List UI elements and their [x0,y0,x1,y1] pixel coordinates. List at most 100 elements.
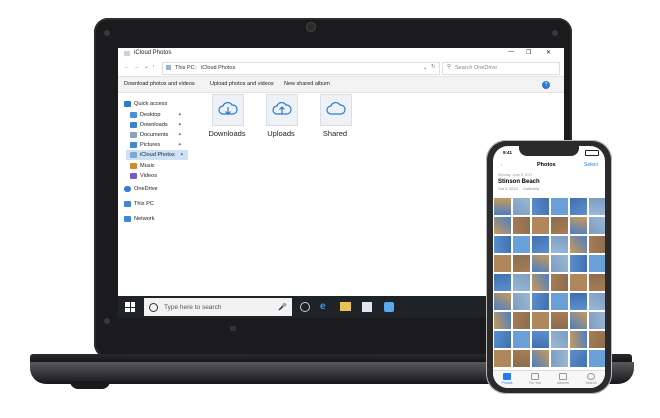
chevron-down-icon[interactable]: ⌄ [144,64,149,70]
photo-thumbnail[interactable] [570,350,587,367]
edge-icon[interactable]: e [320,301,326,312]
photo-thumbnail[interactable] [551,350,568,367]
maximize-button[interactable]: ❐ [526,49,531,56]
tab-photos[interactable]: Photos [496,373,518,385]
breadcrumb-item[interactable]: This PC [175,65,195,71]
nav-onedrive[interactable]: OneDrive [124,184,186,194]
up-icon[interactable]: ↑ [152,64,155,70]
photo-thumbnail[interactable] [570,236,587,253]
photo-thumbnail[interactable] [570,198,587,215]
help-icon[interactable]: ? [542,81,550,89]
photo-thumbnail[interactable] [513,350,530,367]
photo-thumbnail[interactable] [589,274,605,291]
refresh-icon[interactable]: ↻ [431,64,436,70]
photo-thumbnail[interactable] [513,312,530,329]
photo-thumbnail[interactable] [513,198,530,215]
tab-search[interactable]: Search [580,373,602,385]
search-box[interactable]: ⚲ Search OneDrive [442,62,560,75]
photo-thumbnail[interactable] [551,293,568,310]
photo-thumbnail[interactable] [494,217,511,234]
photo-thumbnail[interactable] [513,274,530,291]
folder-downloads[interactable]: Downloads [202,94,252,138]
nav-music[interactable]: Music [130,161,186,171]
photo-thumbnail[interactable] [513,255,530,272]
nav-quick-access[interactable]: Quick access [124,99,186,109]
store-icon[interactable] [362,302,372,312]
nav-this-pc[interactable]: This PC [124,199,186,209]
photo-thumbnail[interactable] [494,236,511,253]
photo-thumbnail[interactable] [589,293,605,310]
photo-thumbnail[interactable] [570,331,587,348]
photo-thumbnail[interactable] [589,312,605,329]
tab-for-you[interactable]: For You [524,373,546,385]
photo-thumbnail[interactable] [589,350,605,367]
photo-thumbnail[interactable] [589,255,605,272]
photo-thumbnail[interactable] [513,217,530,234]
back-icon[interactable]: ‹ [501,163,502,167]
photo-thumbnail[interactable] [494,255,511,272]
tab-albums[interactable]: Albums [552,373,574,385]
photo-thumbnail[interactable] [532,217,549,234]
photo-thumbnail[interactable] [570,274,587,291]
photo-thumbnail[interactable] [551,255,568,272]
photo-thumbnail[interactable] [551,217,568,234]
microphone-icon[interactable]: 🎤 [278,303,287,311]
back-icon[interactable]: ← [124,64,130,70]
photo-thumbnail[interactable] [570,217,587,234]
photo-thumbnail[interactable] [532,255,549,272]
photo-thumbnail[interactable] [551,331,568,348]
photo-thumbnail[interactable] [532,293,549,310]
icloud-icon[interactable] [384,302,394,312]
photo-thumbnail[interactable] [570,293,587,310]
breadcrumb-item[interactable]: iCloud Photos [201,65,235,71]
select-button[interactable]: Select [584,162,598,168]
photo-thumbnail[interactable] [494,350,511,367]
photo-thumbnail[interactable] [494,312,511,329]
photo-thumbnail[interactable] [494,274,511,291]
photo-thumbnail[interactable] [551,236,568,253]
photo-thumbnail[interactable] [589,331,605,348]
folder-uploads[interactable]: Uploads [256,94,306,138]
nav-pictures[interactable]: Pictures ✦ [130,140,186,150]
close-button[interactable]: ✕ [546,49,551,56]
nav-videos[interactable]: Videos [130,171,186,181]
nav-desktop[interactable]: Desktop ✦ [130,110,186,120]
photo-thumbnail[interactable] [589,198,605,215]
nav-documents[interactable]: Documents ✦ [130,130,186,140]
photo-thumbnail[interactable] [513,293,530,310]
photo-thumbnail[interactable] [532,331,549,348]
photo-thumbnail[interactable] [532,350,549,367]
photo-thumbnail[interactable] [570,255,587,272]
folder-shared[interactable]: Shared [310,94,360,138]
new-shared-album-button[interactable]: New shared album [284,81,330,87]
minimize-button[interactable]: — [508,49,514,55]
photo-thumbnail[interactable] [513,236,530,253]
photo-thumbnail[interactable] [494,198,511,215]
photo-thumbnail[interactable] [494,331,511,348]
taskbar-search-input[interactable]: Type here to search [164,304,221,311]
photo-thumbnail[interactable] [589,217,605,234]
photo-thumbnail[interactable] [589,236,605,253]
nav-downloads[interactable]: Downloads ✦ [130,120,186,130]
search-input[interactable]: Search OneDrive [455,65,497,71]
photo-thumbnail[interactable] [532,312,549,329]
download-photos-button[interactable]: Download photos and videos [124,81,195,87]
taskbar-search[interactable]: Type here to search 🎤 [144,298,292,316]
breadcrumb[interactable]: This PC › iCloud Photos ⌄ ↻ [162,62,440,75]
forward-icon[interactable]: → [134,64,140,70]
photo-thumbnail[interactable] [551,198,568,215]
photo-thumbnail[interactable] [570,312,587,329]
windows-start-icon[interactable] [125,302,135,312]
photo-thumbnail[interactable] [532,198,549,215]
photo-thumbnail[interactable] [494,293,511,310]
file-explorer-icon[interactable] [340,302,351,311]
nav-network[interactable]: Network [124,214,186,224]
chevron-down-icon[interactable]: ⌄ [423,65,428,71]
photo-thumbnail[interactable] [551,274,568,291]
nav-icloud-photos[interactable]: iCloud Photos ✦ [126,150,188,160]
photo-thumbnail[interactable] [532,236,549,253]
photo-thumbnail[interactable] [513,331,530,348]
task-view-icon[interactable] [300,302,310,312]
upload-photos-button[interactable]: Upload photos and videos [210,81,274,87]
photo-thumbnail[interactable] [551,312,568,329]
